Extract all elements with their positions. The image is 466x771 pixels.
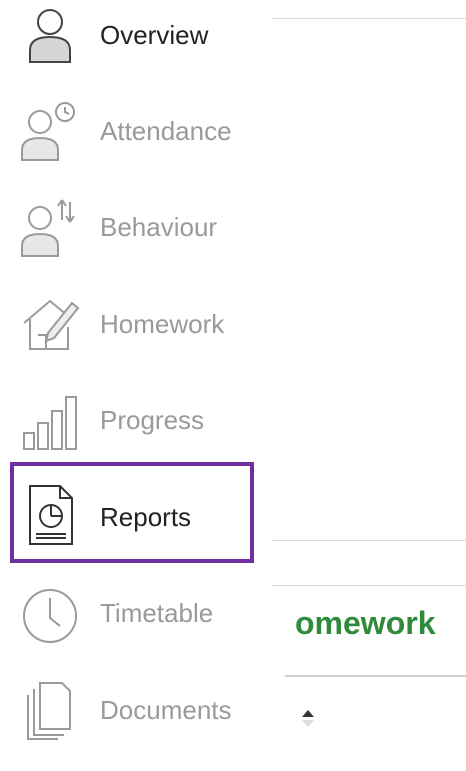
user-icon <box>18 2 82 66</box>
sidebar-item-homework[interactable]: Homework <box>0 289 262 385</box>
reports-highlight-outline <box>10 462 254 563</box>
sidebar-item-label: Attendance <box>100 116 232 146</box>
sidebar-item-label: Timetable <box>100 598 214 628</box>
divider <box>272 585 466 586</box>
sort-caret-icon[interactable] <box>300 708 316 728</box>
sidebar-item-behaviour[interactable]: Behaviour <box>0 192 262 288</box>
bar-chart-icon <box>18 387 82 451</box>
divider <box>272 18 466 19</box>
house-pencil-icon <box>18 291 82 355</box>
sidebar-item-documents[interactable]: Documents <box>0 675 262 771</box>
sidebar-item-label: Progress <box>100 405 205 435</box>
documents-icon <box>18 677 82 741</box>
sidebar-item-label: Homework <box>100 309 225 339</box>
divider <box>272 540 466 541</box>
sidebar-item-label: Behaviour <box>100 212 218 242</box>
sidebar-item-overview[interactable]: Overview <box>0 0 262 96</box>
user-arrows-icon <box>18 194 82 258</box>
sidebar-item-timetable[interactable]: Timetable <box>0 580 262 676</box>
sidebar-item-attendance[interactable]: Attendance <box>0 96 262 192</box>
section-heading: omework <box>295 605 436 641</box>
user-clock-icon <box>18 98 82 162</box>
sidebar-item-label: Documents <box>100 695 232 725</box>
divider <box>285 675 466 677</box>
clock-icon <box>18 584 82 648</box>
sidebar-item-label: Overview <box>100 20 209 50</box>
